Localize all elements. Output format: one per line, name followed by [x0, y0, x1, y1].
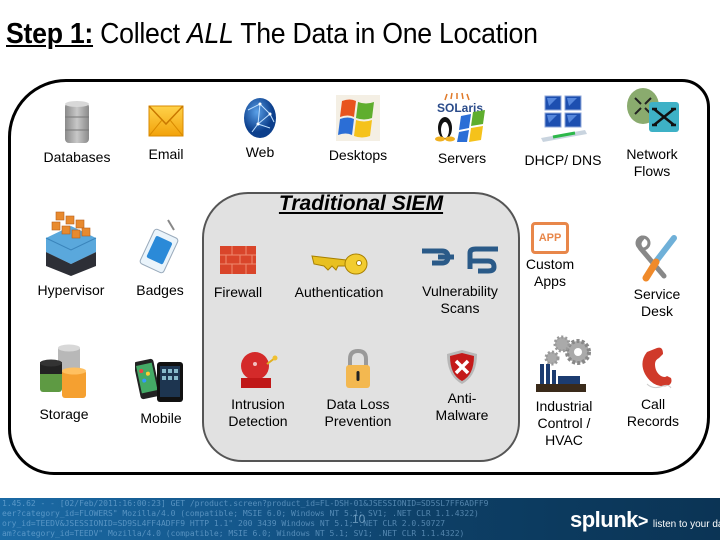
source-databases: Databases	[32, 100, 122, 166]
log-line: 1.45.62 - - [02/Feb/2011:16:00:23] GET /…	[2, 499, 489, 508]
network-computers-icon	[541, 95, 587, 142]
source-label: Databases	[43, 149, 111, 165]
source-custom-apps: APP Custom Apps	[520, 222, 580, 290]
siem-data-loss-prevention: Data Loss Prevention	[314, 348, 402, 430]
siem-vulnerability-scans: Vulnerability Scans	[412, 243, 508, 317]
firewall-brick-icon	[220, 246, 256, 274]
brand-name: splunk	[570, 507, 638, 532]
source-label: Servers	[437, 150, 487, 166]
siem-authentication: Authentication	[284, 246, 394, 301]
title-post: The Data in One Location	[233, 18, 538, 50]
log-line: am?category_id=TEEDV" Mozilla/4.0 (compa…	[2, 529, 465, 538]
source-label: Storage	[39, 406, 89, 422]
source-label: Hypervisor	[37, 282, 105, 298]
source-label: Desktops	[328, 147, 388, 163]
siem-label: Vulnerability Scans	[422, 283, 498, 316]
source-label: Service Desk	[633, 286, 681, 319]
siem-label: Authentication	[294, 284, 384, 300]
siem-label: Intrusion Detection	[228, 396, 288, 429]
shield-x-icon	[447, 350, 477, 384]
app-icon: APP	[531, 222, 569, 254]
source-label: Network Flows	[626, 146, 678, 179]
source-label: Call Records	[626, 396, 680, 429]
siem-label: Data Loss Prevention	[324, 396, 392, 429]
siem-intrusion-detection: Intrusion Detection	[216, 350, 300, 430]
storage-cylinders-icon	[40, 344, 86, 398]
source-dhcp-dns: DHCP/ DNS	[508, 94, 618, 169]
source-desktops: Desktops	[318, 95, 398, 164]
source-storage: Storage	[28, 344, 100, 423]
source-mobile: Mobile	[128, 356, 194, 427]
footer-banner: 1.45.62 - - [02/Feb/2011:16:00:23] GET /…	[0, 498, 720, 540]
title-emphasis: ALL	[186, 18, 234, 50]
broken-chain-icon	[422, 246, 498, 274]
source-web: Web	[230, 96, 290, 161]
phone-handset-icon	[642, 347, 672, 389]
source-network-flows: Network Flows	[616, 86, 688, 180]
padlock-icon	[346, 348, 370, 388]
siem-firewall: Firewall	[204, 246, 272, 301]
source-label: Email	[148, 146, 184, 162]
page-number: 10	[352, 512, 366, 526]
source-label: Industrial Control / HVAC	[535, 398, 593, 448]
source-email: Email	[136, 104, 196, 163]
siem-anti-malware: Anti- Malware	[420, 348, 504, 424]
key-icon	[311, 253, 368, 275]
mobile-devices-icon	[135, 358, 183, 402]
source-service-desk: Service Desk	[624, 234, 690, 320]
title-pre: Collect	[93, 18, 187, 50]
brand-tagline: listen to your data™	[652, 519, 720, 530]
source-servers: SOLaris Servers	[420, 92, 504, 167]
splunk-logo: splunk> listen to your data™	[570, 507, 720, 533]
router-switch-icon	[627, 88, 679, 132]
globe-icon	[244, 98, 276, 138]
siem-title: Traditional SIEM	[278, 192, 444, 215]
solaris-linux-windows-icon: SOLaris	[435, 92, 485, 142]
source-label: Web	[245, 144, 275, 160]
alarm-bell-icon	[241, 352, 278, 388]
hypervisor-icon	[45, 211, 97, 276]
siem-label: Firewall	[213, 284, 263, 300]
source-label: DHCP/ DNS	[524, 152, 602, 168]
source-label: Custom Apps	[525, 256, 575, 289]
tools-icon	[635, 235, 677, 282]
factory-gears-icon	[536, 335, 591, 392]
source-label: Mobile	[140, 410, 182, 426]
source-industrial-control: Industrial Control / HVAC	[528, 334, 600, 449]
source-badges: Badges	[128, 218, 192, 299]
title-step: Step 1:	[6, 18, 94, 50]
siem-label: Anti- Malware	[435, 390, 489, 423]
source-hypervisor: Hypervisor	[24, 208, 118, 299]
log-line: eer?category_id=FLOWERS" Mozilla/4.0 (co…	[2, 509, 479, 518]
source-label: Badges	[136, 282, 184, 298]
log-line: ory_id=TEEDV&JSESSIONID=SD9SL4FF4ADFF9 H…	[2, 519, 446, 528]
source-call-records: Call Records	[620, 344, 686, 430]
database-icon	[65, 101, 89, 143]
windows-logo-icon	[336, 95, 380, 141]
badge-icon	[139, 219, 179, 274]
slide-title: Step 1: Collect ALL The Data in One Loca…	[6, 18, 538, 51]
envelope-icon	[148, 105, 184, 137]
brand-arrow: >	[637, 511, 649, 531]
